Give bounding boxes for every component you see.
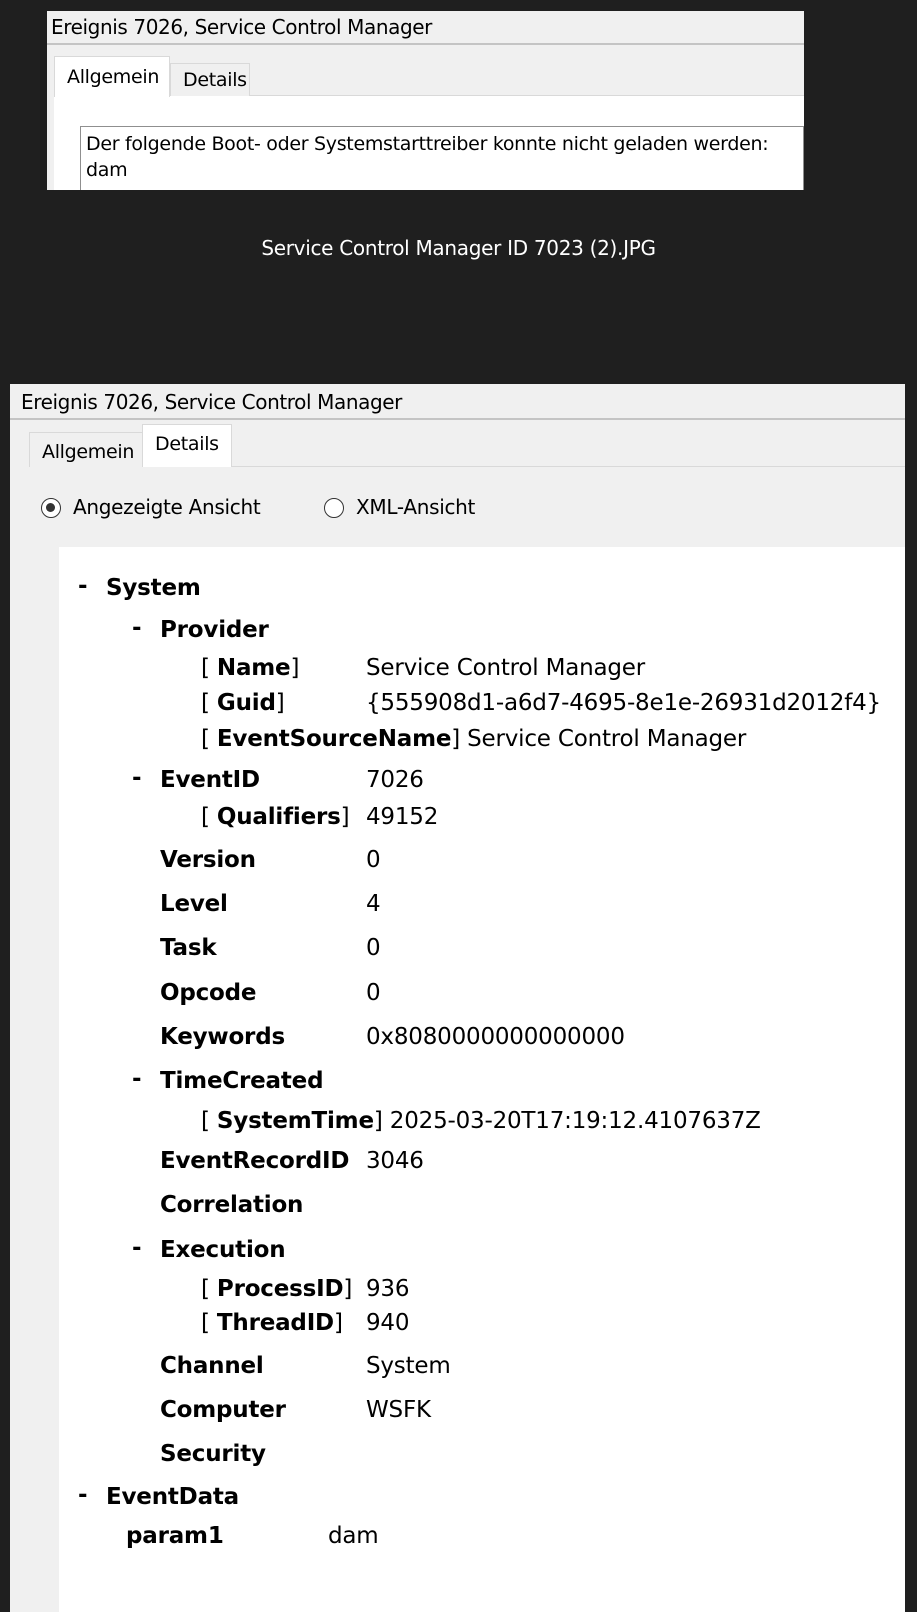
attr-processid-row: [ ProcessID] <box>201 1276 352 1302</box>
keywords-value: 0x8080000000000000 <box>366 1024 625 1050</box>
node-eventid: EventID <box>160 767 260 793</box>
tab-details[interactable]: Details <box>170 63 250 96</box>
attr-guid-row: [ Guid] <box>201 690 285 716</box>
xml-view-radio[interactable] <box>324 498 344 518</box>
radio-selected-dot <box>46 503 55 512</box>
attr-guid-key: Guid <box>216 690 276 716</box>
collapse-execution-toggle[interactable]: - <box>132 1235 142 1261</box>
node-param1: param1 <box>126 1523 224 1549</box>
attr-systemtime-row: [ SystemTime] 2025-03-20T17:19:12.410763… <box>201 1108 761 1134</box>
attr-name-row: [ Name] <box>201 655 299 681</box>
attr-guid-value: {555908d1-a6d7-4695-8e1e-26931d2012f4} <box>366 690 881 716</box>
opcode-value: 0 <box>366 980 381 1006</box>
collapse-system-toggle[interactable]: - <box>78 573 88 599</box>
node-security: Security <box>160 1441 266 1467</box>
bracket-close: ] <box>333 1310 343 1336</box>
xml-view-label[interactable]: XML-Ansicht <box>356 495 475 519</box>
attr-systemtime-key: SystemTime <box>216 1108 374 1134</box>
window-title: Ereignis 7026, Service Control Manager <box>51 15 432 39</box>
tab-allgemein[interactable]: Allgemein <box>29 432 143 467</box>
attr-eventsourcename-value: Service Control Manager <box>467 726 747 752</box>
attr-name-value: Service Control Manager <box>366 655 645 681</box>
node-timecreated: TimeCreated <box>160 1068 324 1094</box>
version-value: 0 <box>366 847 381 873</box>
bracket-close: ] <box>340 804 350 830</box>
message-line-2: dam <box>86 159 128 181</box>
bracket-close: ] <box>343 1276 353 1302</box>
attr-threadid-key: ThreadID <box>216 1310 334 1336</box>
node-task: Task <box>160 935 217 961</box>
node-eventrecordid: EventRecordID <box>160 1148 350 1174</box>
bracket-close: ] <box>275 690 285 716</box>
window-title: Ereignis 7026, Service Control Manager <box>21 390 402 414</box>
eventrecordid-value: 3046 <box>366 1148 424 1174</box>
title-separator <box>10 418 905 420</box>
tab-details[interactable]: Details <box>142 424 232 467</box>
collapse-timecreated-toggle[interactable]: - <box>132 1066 142 1092</box>
node-provider: Provider <box>160 617 269 643</box>
title-separator <box>47 43 804 45</box>
node-level: Level <box>160 891 228 917</box>
collapse-eventdata-toggle[interactable]: - <box>78 1482 88 1508</box>
level-value: 4 <box>366 891 381 917</box>
param1-value: dam <box>328 1523 379 1549</box>
event-message-box[interactable]: Der folgende Boot- oder Systemstarttreib… <box>80 126 804 190</box>
node-keywords: Keywords <box>160 1024 285 1050</box>
top-event-window: Ereignis 7026, Service Control Manager A… <box>47 11 804 190</box>
details-tree-pane: - System - Provider [ Name] Service Cont… <box>59 547 905 1612</box>
bottom-event-window: Ereignis 7026, Service Control Manager A… <box>10 384 905 1612</box>
node-correlation: Correlation <box>160 1192 304 1218</box>
bracket-open: [ <box>201 690 210 716</box>
attr-qualifiers-value: 49152 <box>366 804 439 830</box>
collapse-eventid-toggle[interactable]: - <box>132 765 142 791</box>
node-execution: Execution <box>160 1237 286 1263</box>
node-eventdata: EventData <box>106 1484 239 1510</box>
bracket-close: ] <box>451 726 461 752</box>
attr-eventsourcename-row: [ EventSourceName] Service Control Manag… <box>201 726 746 752</box>
attr-eventsourcename-key: EventSourceName <box>216 726 452 752</box>
attr-threadid-value: 940 <box>366 1310 410 1336</box>
friendly-view-radio[interactable] <box>41 498 61 518</box>
collapse-provider-toggle[interactable]: - <box>132 615 142 641</box>
channel-value: System <box>366 1353 451 1379</box>
attr-threadid-row: [ ThreadID] <box>201 1310 343 1336</box>
attr-qualifiers-key: Qualifiers <box>216 804 341 830</box>
bracket-open: [ <box>201 655 210 681</box>
bracket-open: [ <box>201 726 210 752</box>
node-version: Version <box>160 847 256 873</box>
message-line-1: Der folgende Boot- oder Systemstarttreib… <box>86 133 769 155</box>
attr-processid-key: ProcessID <box>216 1276 344 1302</box>
friendly-view-label[interactable]: Angezeigte Ansicht <box>73 495 261 519</box>
attr-name-key: Name <box>216 655 291 681</box>
node-opcode: Opcode <box>160 980 257 1006</box>
node-channel: Channel <box>160 1353 264 1379</box>
attr-systemtime-value: 2025-03-20T17:19:12.4107637Z <box>389 1108 761 1134</box>
bracket-close: ] <box>290 655 300 681</box>
tab-allgemein[interactable]: Allgemein <box>54 56 170 97</box>
tab-strip-line <box>232 466 905 467</box>
eventid-value: 7026 <box>366 767 424 793</box>
general-tab-panel: Der folgende Boot- oder Systemstarttreib… <box>54 96 804 190</box>
attr-qualifiers-row: [ Qualifiers] <box>201 804 350 830</box>
bracket-open: [ <box>201 1310 210 1336</box>
bracket-open: [ <box>201 1108 210 1134</box>
node-system: System <box>106 575 201 601</box>
bracket-open: [ <box>201 804 210 830</box>
computer-value: WSFK <box>366 1397 431 1423</box>
bracket-close: ] <box>373 1108 383 1134</box>
image-caption: Service Control Manager ID 7023 (2).JPG <box>261 236 656 260</box>
node-computer: Computer <box>160 1397 286 1423</box>
attr-processid-value: 936 <box>366 1276 410 1302</box>
bracket-open: [ <box>201 1276 210 1302</box>
task-value: 0 <box>366 935 381 961</box>
